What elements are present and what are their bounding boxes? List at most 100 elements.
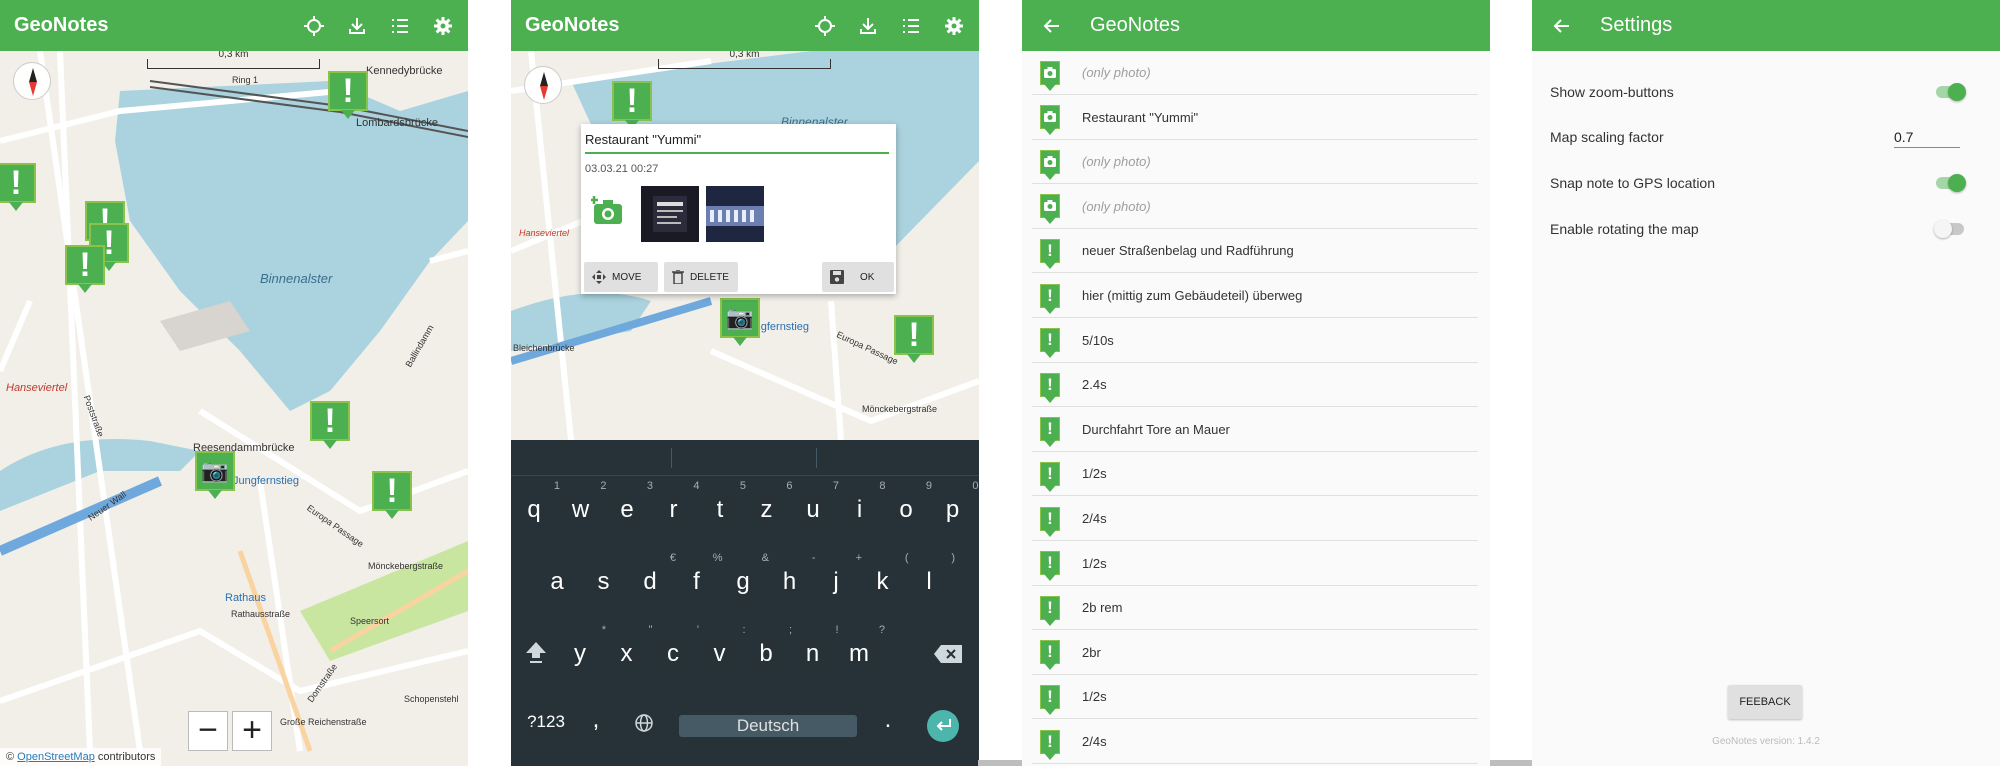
- key-u[interactable]: u7: [793, 480, 839, 524]
- key-b[interactable]: b;: [746, 624, 792, 668]
- list-icon[interactable]: [389, 15, 411, 37]
- note-list-item[interactable]: ! 1/2s: [1032, 452, 1478, 497]
- enter-key[interactable]: [927, 710, 959, 742]
- photo-marker[interactable]: 📷: [718, 298, 762, 346]
- photo-note-icon: [1040, 105, 1060, 136]
- key-x[interactable]: x ": [607, 624, 653, 668]
- note-title-input[interactable]: Restaurant "Yummi": [585, 132, 889, 154]
- key-r[interactable]: r4: [654, 480, 700, 524]
- note-label: 1/2s: [1082, 689, 1107, 705]
- crosshair-icon[interactable]: [303, 15, 325, 37]
- scaling-factor-input[interactable]: 0.7: [1894, 127, 1960, 148]
- key-v[interactable]: v:: [700, 624, 746, 668]
- key-label: y: [574, 640, 586, 667]
- key-p[interactable]: p0: [933, 480, 979, 524]
- note-list-item[interactable]: (only photo): [1032, 51, 1478, 95]
- photo-thumbnail[interactable]: [641, 186, 699, 242]
- note-list-item[interactable]: Restaurant "Yummi": [1032, 96, 1478, 140]
- note-marker[interactable]: !: [370, 471, 414, 519]
- key-o[interactable]: o9: [886, 480, 932, 524]
- setting-snap-gps[interactable]: Snap note to GPS location: [1550, 168, 1982, 198]
- key-d[interactable]: d €: [630, 552, 676, 596]
- key-a[interactable]: a: [537, 568, 577, 596]
- note-list-item[interactable]: ! 2br: [1032, 631, 1478, 675]
- comma-key[interactable]: ,: [581, 706, 611, 734]
- gear-icon[interactable]: [943, 15, 965, 37]
- zoom-in-button[interactable]: +: [232, 711, 272, 751]
- note-list-item[interactable]: ! hier (mittig zum Gebäudeteil) überweg: [1032, 274, 1478, 318]
- note-list-item[interactable]: (only photo): [1032, 140, 1478, 185]
- note-marker[interactable]: !: [892, 315, 936, 363]
- note-list-item[interactable]: ! 2b rem: [1032, 586, 1478, 631]
- key-s[interactable]: s: [584, 568, 624, 596]
- note-marker[interactable]: !: [326, 71, 370, 119]
- note-list-item[interactable]: ! 2/4s: [1032, 720, 1478, 764]
- backspace-key[interactable]: [931, 642, 965, 670]
- osm-link[interactable]: OpenStreetMap: [17, 751, 95, 763]
- key-label: e: [620, 496, 634, 523]
- crosshair-icon[interactable]: [814, 15, 836, 37]
- note-label: 2/4s: [1082, 734, 1107, 749]
- note-list-item[interactable]: ! 1/2s: [1032, 675, 1478, 720]
- compass-icon[interactable]: [13, 62, 51, 100]
- key-m[interactable]: m?: [839, 624, 885, 668]
- compass-icon[interactable]: [524, 66, 562, 104]
- note-list-item[interactable]: ! 5/10s: [1032, 319, 1478, 363]
- feedback-button[interactable]: FEEBACK: [1728, 685, 1802, 719]
- ok-button[interactable]: OK: [822, 262, 894, 292]
- key-w[interactable]: w2: [561, 480, 607, 524]
- setting-rotate-map[interactable]: Enable rotating the map: [1550, 214, 1982, 244]
- key-z[interactable]: z6: [747, 480, 793, 524]
- language-globe-icon[interactable]: [631, 712, 657, 740]
- rotate-map-toggle[interactable]: [1934, 220, 1964, 238]
- key-k[interactable]: k(: [863, 552, 909, 596]
- note-list-item[interactable]: ! 2/4s: [1032, 497, 1478, 541]
- note-list-item[interactable]: ! 1/2s: [1032, 542, 1478, 586]
- key-n[interactable]: n!: [793, 624, 839, 668]
- note-marker[interactable]: !: [0, 163, 38, 211]
- back-arrow-icon[interactable]: [1040, 15, 1062, 37]
- key-f[interactable]: f%: [677, 552, 722, 596]
- note-list-item[interactable]: (only photo): [1032, 185, 1478, 229]
- period-key[interactable]: .: [873, 706, 903, 734]
- map-view[interactable]: 0,3 km Ring 1 Kennedybrücke Lombardsbrüc…: [0, 51, 468, 766]
- key-q[interactable]: q1: [514, 480, 560, 524]
- note-marker[interactable]: !: [63, 245, 107, 293]
- note-list-item[interactable]: ! 2.4s: [1032, 363, 1478, 408]
- key-y[interactable]: y *: [560, 624, 606, 668]
- key-i[interactable]: i8: [840, 480, 886, 524]
- key-e[interactable]: e3: [607, 480, 653, 524]
- key-c[interactable]: c ': [653, 624, 699, 668]
- soft-keyboard: q 1 w 2 e 3 r 4 t 5 z 6 u 7 i 8 o 9 p 0 a s d € f% g & h - j + k(l) y * x "…: [511, 440, 979, 766]
- snap-gps-toggle[interactable]: [1936, 174, 1966, 192]
- shift-key[interactable]: [521, 640, 551, 671]
- photo-thumbnail[interactable]: [706, 186, 764, 242]
- gear-icon[interactable]: [432, 15, 454, 37]
- symbols-key[interactable]: ?123: [521, 712, 571, 732]
- move-button[interactable]: MOVE: [584, 262, 658, 292]
- note-label: hier (mittig zum Gebäudeteil) überweg: [1082, 288, 1303, 303]
- note-list-item[interactable]: ! neuer Straßenbelag und Radführung: [1032, 229, 1478, 274]
- download-icon[interactable]: [346, 15, 368, 37]
- show-zoom-toggle[interactable]: [1936, 83, 1966, 101]
- add-photo-icon[interactable]: [590, 196, 625, 226]
- key-l[interactable]: l): [909, 552, 955, 596]
- note-list-item[interactable]: ! Durchfahrt Tore an Mauer: [1032, 408, 1478, 452]
- photo-note-icon: [1040, 60, 1060, 91]
- attribution-suffix: contributors: [94, 751, 156, 763]
- space-bar[interactable]: Deutsch: [679, 715, 857, 737]
- key-t[interactable]: t5: [700, 480, 746, 524]
- note-marker[interactable]: !: [308, 401, 352, 449]
- setting-show-zoom[interactable]: Show zoom-buttons: [1550, 77, 1982, 107]
- key-g[interactable]: g &: [723, 552, 769, 596]
- back-arrow-icon[interactable]: [1550, 15, 1572, 37]
- photo-marker[interactable]: 📷: [193, 451, 237, 499]
- zoom-out-button[interactable]: −: [188, 711, 228, 751]
- note-marker[interactable]: !: [610, 81, 654, 129]
- download-icon[interactable]: [857, 15, 879, 37]
- note-label: 2br: [1082, 644, 1101, 660]
- list-icon[interactable]: [900, 15, 922, 37]
- key-j[interactable]: j +: [816, 552, 862, 596]
- delete-button[interactable]: DELETE: [664, 262, 738, 292]
- key-h[interactable]: h-: [770, 552, 816, 596]
